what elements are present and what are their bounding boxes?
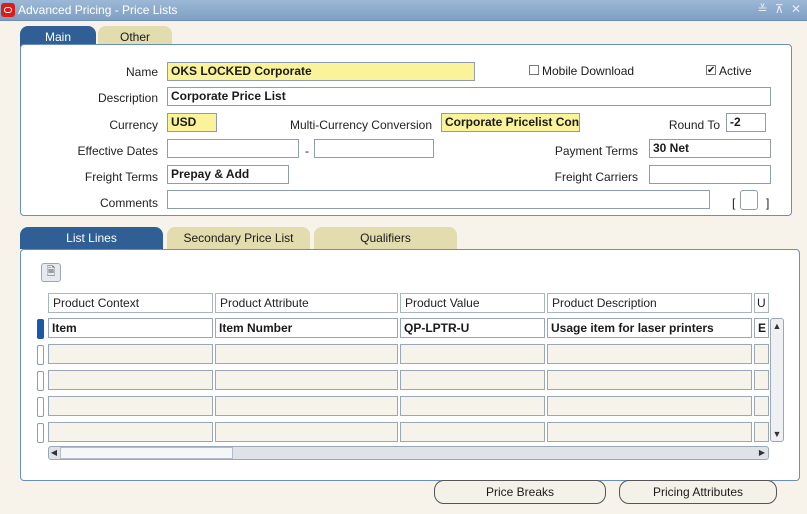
row-indicator[interactable] <box>37 423 44 443</box>
grid-cell[interactable] <box>547 344 752 364</box>
row-indicator[interactable] <box>37 345 44 365</box>
col-header-product-attribute[interactable]: Product Attribute <box>215 293 398 313</box>
grid-cell[interactable] <box>400 370 545 390</box>
window-title: Advanced Pricing - Price Lists <box>18 3 178 17</box>
freight-terms-field[interactable]: Prepay & Add <box>167 165 289 184</box>
scroll-up-icon[interactable]: ▲ <box>771 320 783 332</box>
tab-list-lines[interactable]: List Lines <box>20 227 163 249</box>
comments-field[interactable] <box>167 190 710 209</box>
grid-cell[interactable] <box>754 370 769 390</box>
scroll-left-icon[interactable]: ◀ <box>49 447 59 459</box>
folder-tools-icon[interactable]: 🗎 <box>41 263 61 282</box>
window-controls[interactable]: ≚ ⊼ ✕ <box>757 2 803 16</box>
col-header-uom[interactable]: U <box>754 293 769 313</box>
multi-currency-label: Multi-Currency Conversion <box>289 118 432 132</box>
freight-terms-label: Freight Terms <box>84 170 158 184</box>
effective-date-to-field[interactable] <box>314 139 434 158</box>
grid-cell[interactable] <box>547 422 752 442</box>
price-breaks-button[interactable]: Price Breaks <box>434 480 606 504</box>
grid-cell[interactable] <box>400 396 545 416</box>
active-label: Active <box>719 64 752 78</box>
description-field[interactable]: Corporate Price List <box>167 87 771 106</box>
grid-cell[interactable] <box>215 370 398 390</box>
horizontal-scroll-thumb[interactable] <box>60 447 233 459</box>
vertical-scrollbar[interactable] <box>770 318 784 442</box>
col-header-product-value[interactable]: Product Value <box>400 293 545 313</box>
grid-cell[interactable]: Usage item for laser printers <box>547 318 752 338</box>
grid-cell[interactable] <box>547 396 752 416</box>
col-header-product-description[interactable]: Product Description <box>547 293 752 313</box>
grid-cell[interactable]: QP-LPTR-U <box>400 318 545 338</box>
row-indicator[interactable] <box>37 397 44 417</box>
grid-cell[interactable] <box>754 396 769 416</box>
name-label: Name <box>125 65 158 79</box>
grid-cell[interactable] <box>48 344 213 364</box>
description-label: Description <box>97 91 158 105</box>
scroll-right-icon[interactable]: ▶ <box>757 447 767 459</box>
active-checkbox[interactable]: ✔ <box>706 65 716 76</box>
grid-cell[interactable] <box>400 344 545 364</box>
payment-terms-label: Payment Terms <box>554 144 638 158</box>
multi-currency-field[interactable]: Corporate Pricelist Conv <box>441 113 580 132</box>
payment-terms-field[interactable]: 30 Net <box>649 139 771 158</box>
date-separator: - <box>305 144 309 158</box>
effective-dates-label: Effective Dates <box>77 144 158 158</box>
grid-cell[interactable] <box>48 396 213 416</box>
grid-cell[interactable]: Item Number <box>215 318 398 338</box>
pricing-attributes-button[interactable]: Pricing Attributes <box>619 480 777 504</box>
freight-carriers-field[interactable] <box>649 165 771 184</box>
grid-cell[interactable]: Item <box>48 318 213 338</box>
grid-cell[interactable] <box>215 422 398 442</box>
tab-qualifiers[interactable]: Qualifiers <box>314 227 457 249</box>
mobile-download-checkbox[interactable] <box>529 65 539 75</box>
row-indicator[interactable] <box>37 319 44 339</box>
name-field[interactable]: OKS LOCKED Corporate <box>167 62 475 81</box>
currency-label: Currency <box>109 118 158 132</box>
grid-cell[interactable] <box>48 422 213 442</box>
flex-bracket-close: ] <box>766 196 770 210</box>
grid-cell[interactable] <box>547 370 752 390</box>
oracle-logo-icon <box>1 3 15 17</box>
round-to-field[interactable]: -2 <box>726 113 766 132</box>
currency-field[interactable]: USD <box>167 113 217 132</box>
mobile-download-label: Mobile Download <box>542 64 635 78</box>
comments-label: Comments <box>99 196 158 210</box>
round-to-label: Round To <box>668 118 720 132</box>
effective-date-from-field[interactable] <box>167 139 299 158</box>
grid-cell[interactable] <box>400 422 545 442</box>
grid-cell[interactable]: E <box>754 318 769 338</box>
grid-cell[interactable] <box>215 396 398 416</box>
grid-cell[interactable] <box>754 422 769 442</box>
scroll-down-icon[interactable]: ▼ <box>771 428 783 440</box>
grid-cell[interactable] <box>215 344 398 364</box>
row-indicator[interactable] <box>37 371 44 391</box>
col-header-product-context[interactable]: Product Context <box>48 293 213 313</box>
flex-bracket-open: [ <box>732 196 736 210</box>
freight-carriers-label: Freight Carriers <box>554 170 638 184</box>
descriptive-flexfield-button[interactable] <box>740 190 758 210</box>
tab-secondary-price-list[interactable]: Secondary Price List <box>167 227 310 249</box>
grid-cell[interactable] <box>48 370 213 390</box>
grid-cell[interactable] <box>754 344 769 364</box>
